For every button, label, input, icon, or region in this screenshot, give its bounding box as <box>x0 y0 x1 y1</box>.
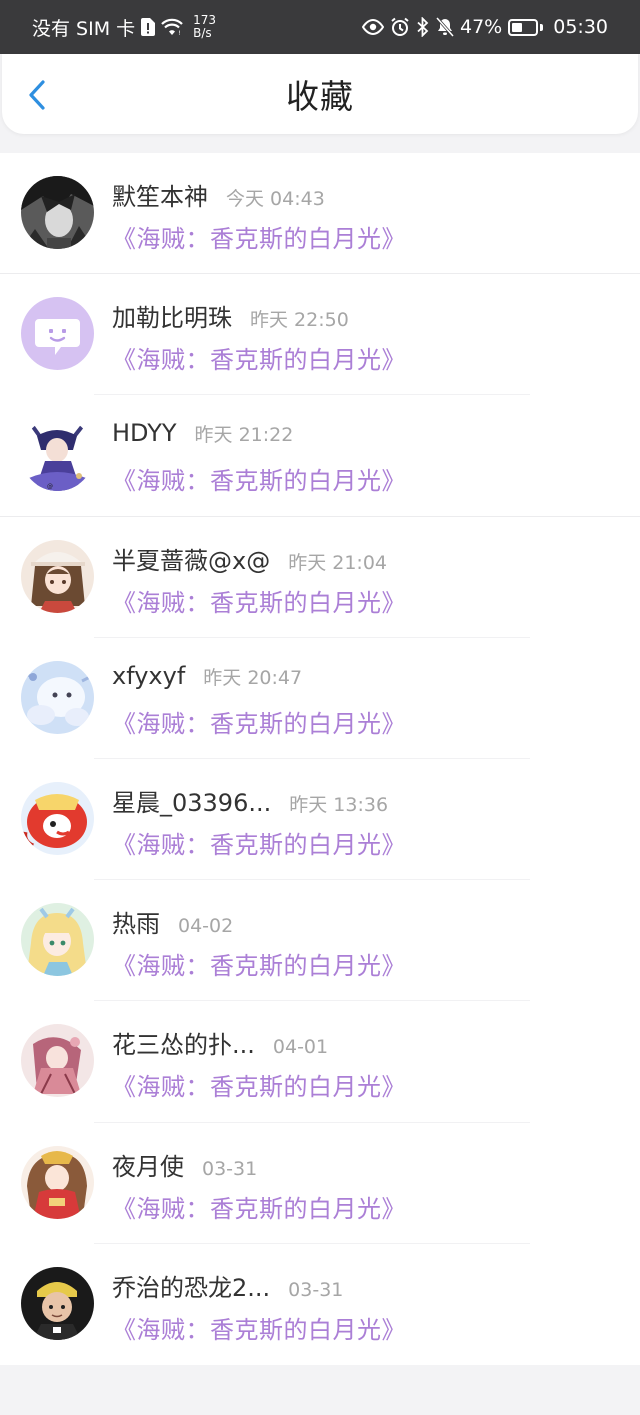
snow-creature-avatar[interactable] <box>21 660 94 734</box>
favorite-time: 04-02 <box>178 915 234 938</box>
list-item[interactable]: 热雨 04-02 《海贼：香克斯的白月光》 <box>0 880 640 1002</box>
list-item[interactable]: 默笙本神 今天 04:43 《海贼：香克斯的白月光》 <box>0 153 640 275</box>
user-name[interactable]: 夜月使 <box>112 1147 184 1182</box>
user-name[interactable]: 半夏蔷薇@x@ <box>112 541 270 576</box>
book-title-link[interactable]: 《海贼：香克斯的白月光》 <box>112 1310 406 1345</box>
anime-girl-hat-avatar[interactable] <box>21 539 94 613</box>
list-item[interactable]: @ HDYY 昨天 21:22 《海贼：香克斯的白月光》 <box>0 395 640 517</box>
user-name[interactable]: 默笙本神 <box>112 177 208 212</box>
dark-anime-avatar[interactable] <box>21 176 94 249</box>
book-title-link[interactable]: 《海贼：香克斯的白月光》 <box>112 946 406 981</box>
alarm-icon <box>390 17 410 37</box>
favorite-time: 昨天 21:04 <box>288 551 387 574</box>
user-name[interactable]: 星晨_03396... <box>112 783 271 818</box>
book-title-link[interactable]: 《海贼：香克斯的白月光》 <box>112 583 406 618</box>
mute-bell-icon <box>436 17 454 37</box>
network-speed: 173 B/s <box>193 14 216 40</box>
book-title-link[interactable]: 《海贼：香克斯的白月光》 <box>112 461 406 496</box>
favorite-time: 昨天 22:50 <box>250 309 349 332</box>
chevron-left-icon <box>29 80 45 110</box>
child-yellow-hat-avatar[interactable] <box>21 1266 94 1340</box>
favorite-time: 昨天 20:47 <box>203 666 303 689</box>
back-button[interactable] <box>20 78 54 112</box>
list-item[interactable]: xfyxyf 昨天 20:47 《海贼：香克斯的白月光》 <box>0 638 640 759</box>
red-cartoon-avatar[interactable] <box>21 781 94 855</box>
status-left: 没有 SIM 卡 ! 173 B/s <box>32 14 216 41</box>
list-item[interactable]: 乔治的恐龙2... 03-31 《海贼：香克斯的白月光》 <box>0 1244 640 1365</box>
bluetooth-icon <box>416 17 430 37</box>
svg-text:!: ! <box>179 30 181 36</box>
pink-anime-avatar[interactable] <box>21 1024 94 1098</box>
favorite-time: 昨天 13:36 <box>289 793 389 816</box>
red-dress-anime-avatar[interactable] <box>21 1145 94 1219</box>
list-item[interactable]: 星晨_03396... 昨天 13:36 《海贼：香克斯的白月光》 <box>0 759 640 881</box>
favorite-time: 03-31 <box>202 1157 258 1180</box>
status-right: 47% 05:30 <box>362 16 608 38</box>
user-name[interactable]: 乔治的恐龙2... <box>112 1268 270 1303</box>
user-name[interactable]: 加勒比明珠 <box>112 298 232 333</box>
speed-unit: B/s <box>193 26 212 40</box>
book-title-link[interactable]: 《海贼：香克斯的白月光》 <box>112 1189 406 1224</box>
sim-alert-icon <box>141 18 156 36</box>
list-item[interactable]: 夜月使 03-31 《海贼：香克斯的白月光》 <box>0 1123 640 1244</box>
page-title: 收藏 <box>286 77 354 116</box>
user-name[interactable]: HDYY <box>112 419 177 447</box>
list-item[interactable]: 花三怂的扑... 04-01 《海贼：香克斯的白月光》 <box>0 1001 640 1123</box>
status-bar: 没有 SIM 卡 ! 173 B/s 47% 05:30 <box>0 0 640 54</box>
blonde-anime-avatar[interactable] <box>21 903 94 977</box>
user-name[interactable]: 花三怂的扑... <box>112 1025 255 1060</box>
book-title-link[interactable]: 《海贼：香克斯的白月光》 <box>112 340 406 375</box>
carrier-text: 没有 SIM 卡 <box>32 17 136 40</box>
eye-icon <box>362 19 384 35</box>
list-item[interactable]: 半夏蔷薇@x@ 昨天 21:04 《海贼：香克斯的白月光》 <box>0 517 640 638</box>
purple-chat-avatar[interactable] <box>21 297 94 371</box>
book-title-link[interactable]: 《海贼：香克斯的白月光》 <box>112 704 406 739</box>
anime-girl-blue-avatar[interactable]: @ <box>21 418 94 492</box>
top-app-bar: 收藏 <box>2 54 638 134</box>
favorite-time: 昨天 21:22 <box>194 424 294 447</box>
list-item[interactable]: 加勒比明珠 昨天 22:50 《海贼：香克斯的白月光》 <box>0 274 640 396</box>
svg-text:@: @ <box>47 483 53 490</box>
favorites-list: 默笙本神 今天 04:43 《海贼：香克斯的白月光》 加勒比明珠 昨天 22:50 … <box>0 153 640 1365</box>
user-name[interactable]: 热雨 <box>112 904 160 939</box>
user-name[interactable]: xfyxyf <box>112 662 185 690</box>
favorite-time: 03-31 <box>288 1278 344 1301</box>
favorite-time: 今天 04:43 <box>226 188 325 210</box>
book-title-link[interactable]: 《海贼：香克斯的白月光》 <box>112 219 406 254</box>
wifi-icon: ! <box>161 18 184 36</box>
clock-time: 05:30 <box>553 16 608 38</box>
book-title-link[interactable]: 《海贼：香克斯的白月光》 <box>112 825 406 860</box>
book-title-link[interactable]: 《海贼：香克斯的白月光》 <box>112 1067 406 1102</box>
battery-icon <box>508 18 544 36</box>
battery-percent: 47% <box>460 16 503 38</box>
favorite-time: 04-01 <box>272 1036 329 1059</box>
